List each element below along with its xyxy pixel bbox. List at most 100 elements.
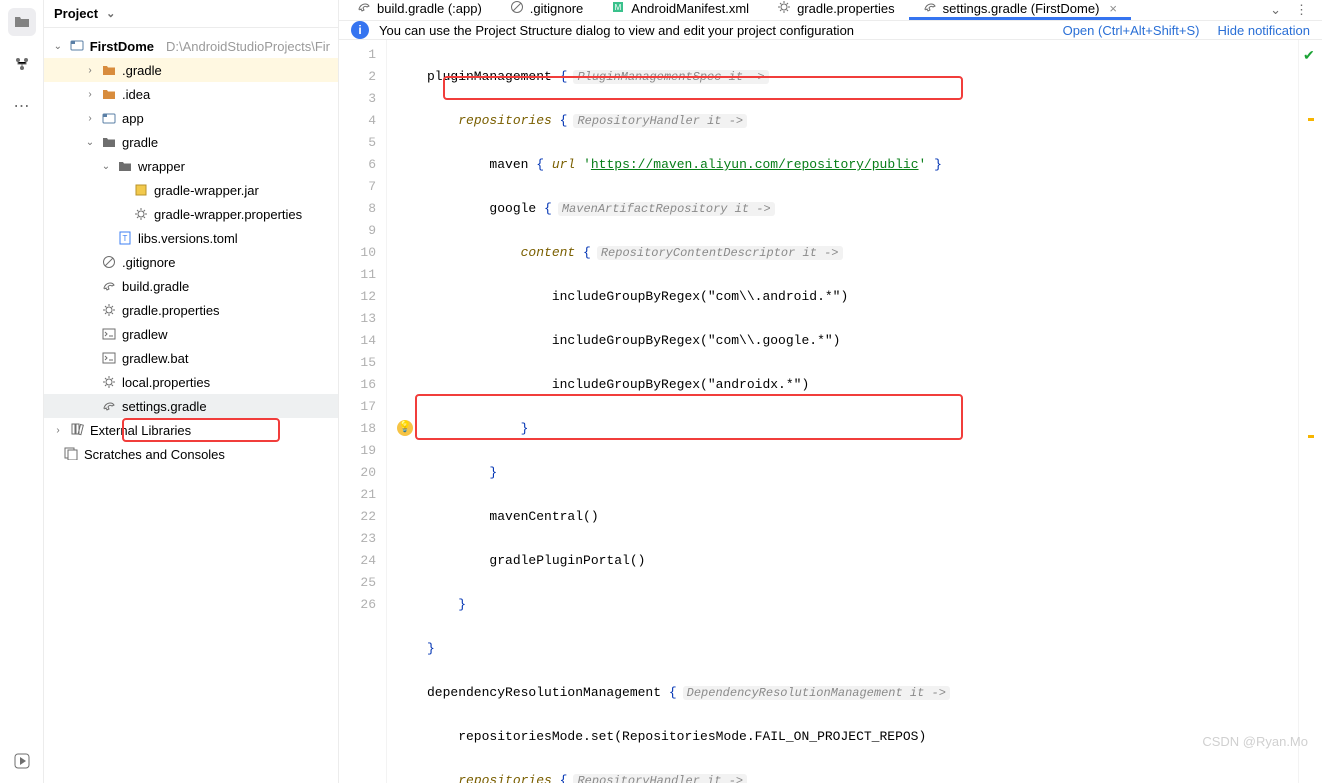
manifest-icon: M xyxy=(611,0,625,17)
tree-item[interactable]: ⌄wrapper xyxy=(44,154,338,178)
chevron-right-icon: › xyxy=(52,425,64,436)
close-icon[interactable]: × xyxy=(1109,1,1117,16)
tab-label: settings.gradle (FirstDome) xyxy=(943,1,1100,16)
toml-icon: T xyxy=(118,231,132,245)
sidebar-header[interactable]: Project ⌄ xyxy=(44,0,338,28)
sh-icon xyxy=(102,327,116,341)
banner-hide-link[interactable]: Hide notification xyxy=(1218,23,1311,38)
banner-open-link[interactable]: Open (Ctrl+Alt+Shift+S) xyxy=(1063,23,1200,38)
tree-item-label: app xyxy=(122,111,144,126)
tool-strip: ⋯ xyxy=(0,0,44,783)
tree-item[interactable]: .gitignore xyxy=(44,250,338,274)
line-number: 23 xyxy=(339,528,376,550)
play-icon xyxy=(14,753,30,769)
warning-marker[interactable] xyxy=(1308,435,1314,438)
gear-icon xyxy=(134,207,148,221)
tree-item-label: gradle.properties xyxy=(122,303,220,318)
tab-label: .gitignore xyxy=(530,1,583,16)
project-tool-button[interactable] xyxy=(8,8,36,36)
tree-item[interactable]: gradlew xyxy=(44,322,338,346)
line-number: 16 xyxy=(339,374,376,396)
module-icon xyxy=(70,38,84,55)
line-number: 11 xyxy=(339,264,376,286)
editor-tab[interactable]: MAndroidManifest.xml xyxy=(597,0,763,20)
structure-icon xyxy=(14,56,30,72)
libraries-icon xyxy=(70,422,84,439)
line-number: 20 xyxy=(339,462,376,484)
external-libraries-label: External Libraries xyxy=(90,423,191,438)
tree-item[interactable]: ⌄gradle xyxy=(44,130,338,154)
tree-item-label: local.properties xyxy=(122,375,210,390)
line-number: 10 xyxy=(339,242,376,264)
code-content[interactable]: pluginManagement {PluginManagementSpec i… xyxy=(415,40,1298,783)
banner-text: You can use the Project Structure dialog… xyxy=(379,23,854,38)
tree-item[interactable]: gradle-wrapper.properties xyxy=(44,202,338,226)
structure-banner: i You can use the Project Structure dial… xyxy=(339,21,1322,40)
tree-item[interactable]: ›.gradle xyxy=(44,58,338,82)
line-number: 1 xyxy=(339,44,376,66)
tab-label: gradle.properties xyxy=(797,1,895,16)
folder-icon xyxy=(118,159,132,173)
sidebar-title: Project xyxy=(54,6,98,21)
editor-tab[interactable]: .gitignore xyxy=(496,0,597,20)
editor-tab[interactable]: settings.gradle (FirstDome) × xyxy=(909,0,1131,20)
gitignore-icon xyxy=(102,255,116,269)
external-libraries[interactable]: › External Libraries xyxy=(44,418,338,442)
more-tool-button[interactable]: ⋯ xyxy=(8,92,36,120)
tab-actions: ⌄ ⋮ xyxy=(1270,2,1318,18)
line-number: 18 xyxy=(339,418,376,440)
line-number: 17 xyxy=(339,396,376,418)
folder-icon xyxy=(14,14,30,30)
tree-item[interactable]: ›app xyxy=(44,106,338,130)
tree-item-label: gradlew xyxy=(122,327,168,342)
intention-bulb-icon[interactable]: 💡 xyxy=(397,420,413,436)
tree-item[interactable]: gradlew.bat xyxy=(44,346,338,370)
editor-tabs: build.gradle (:app) .gitignore MAndroidMan… xyxy=(339,0,1322,21)
tree-item[interactable]: Tlibs.versions.toml xyxy=(44,226,338,250)
gear-icon xyxy=(102,375,116,389)
chevron-down-icon: ⌄ xyxy=(100,161,112,172)
sh-icon xyxy=(102,351,116,365)
tree-root[interactable]: ⌄ FirstDome D:\AndroidStudioProjects\Fir xyxy=(44,34,338,58)
gear-icon xyxy=(777,0,791,17)
folder-icon xyxy=(102,135,116,149)
tree-root-path: D:\AndroidStudioProjects\Fir xyxy=(166,39,330,54)
tree-item[interactable]: local.properties xyxy=(44,370,338,394)
svg-text:M: M xyxy=(615,3,622,12)
tree-item[interactable]: settings.gradle xyxy=(44,394,338,418)
tree-item-label: gradle-wrapper.properties xyxy=(154,207,302,222)
line-number: 2 xyxy=(339,66,376,88)
chevron-down-icon: ⌄ xyxy=(84,137,96,148)
gitignore-icon xyxy=(510,0,524,17)
run-tool-button[interactable] xyxy=(8,747,36,775)
tree-item[interactable]: gradle.properties xyxy=(44,298,338,322)
line-gutter: 1234567891011121314151617181920212223242… xyxy=(339,40,387,783)
gutter-marks xyxy=(387,40,415,783)
warning-marker[interactable] xyxy=(1308,118,1314,121)
scratches[interactable]: Scratches and Consoles xyxy=(44,442,338,466)
inspection-strip[interactable]: ✔ xyxy=(1298,40,1322,783)
structure-tool-button[interactable] xyxy=(8,50,36,78)
tree-item-label: .gitignore xyxy=(122,255,175,270)
tabs-dropdown-button[interactable]: ⌄ xyxy=(1270,2,1281,18)
tree-item-label: .gradle xyxy=(122,63,162,78)
chevron-down-icon: ⌄ xyxy=(106,7,115,20)
code-editor[interactable]: 1234567891011121314151617181920212223242… xyxy=(339,40,1322,783)
inspection-ok-icon: ✔ xyxy=(1303,46,1315,68)
tree-item[interactable]: gradle-wrapper.jar xyxy=(44,178,338,202)
tree-item[interactable]: ›.idea xyxy=(44,82,338,106)
line-number: 7 xyxy=(339,176,376,198)
editor-tab[interactable]: build.gradle (:app) xyxy=(343,0,496,20)
app-root: ⋯ Project ⌄ ⌄ FirstDome D:\AndroidStudio… xyxy=(0,0,1322,783)
editor-tab[interactable]: gradle.properties xyxy=(763,0,909,20)
line-number: 8 xyxy=(339,198,376,220)
line-number: 6 xyxy=(339,154,376,176)
project-tree[interactable]: ⌄ FirstDome D:\AndroidStudioProjects\Fir… xyxy=(44,28,338,783)
tabs-more-button[interactable]: ⋮ xyxy=(1295,2,1308,18)
tree-root-name: FirstDome xyxy=(90,39,154,54)
module-icon xyxy=(102,111,116,125)
line-number: 3 xyxy=(339,88,376,110)
tree-item[interactable]: build.gradle xyxy=(44,274,338,298)
tree-item-label: .idea xyxy=(122,87,150,102)
tab-label: build.gradle (:app) xyxy=(377,1,482,16)
